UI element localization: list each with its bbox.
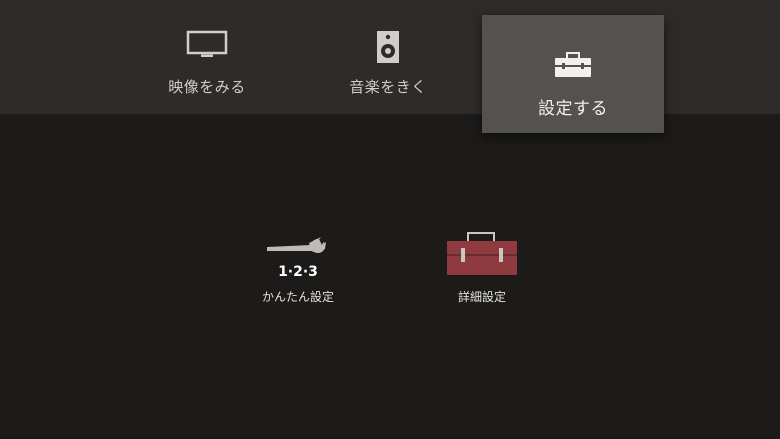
tab-settings[interactable]: 設定する — [482, 15, 664, 133]
tv-icon — [186, 30, 228, 62]
easy-setup-item[interactable]: 1·2·3 かんたん設定 — [228, 232, 368, 322]
easy-setup-label: かんたん設定 — [261, 290, 334, 304]
wrench-123-icon: 1·2·3 — [265, 236, 331, 284]
advanced-setup-item[interactable]: 詳細設定 — [412, 232, 552, 322]
advanced-setup-label: 詳細設定 — [457, 290, 506, 304]
red-toolbox-icon — [445, 232, 519, 282]
tab-video-label: 映像をみる — [168, 78, 246, 96]
tab-music-label: 音楽をきく — [349, 78, 427, 96]
svg-text:1·2·3: 1·2·3 — [278, 264, 318, 280]
tab-video[interactable]: 映像をみる — [117, 0, 297, 114]
tab-music[interactable]: 音楽をきく — [298, 0, 478, 114]
speaker-icon — [376, 30, 400, 68]
tab-settings-label: 設定する — [538, 99, 608, 119]
toolbox-icon — [554, 52, 592, 82]
